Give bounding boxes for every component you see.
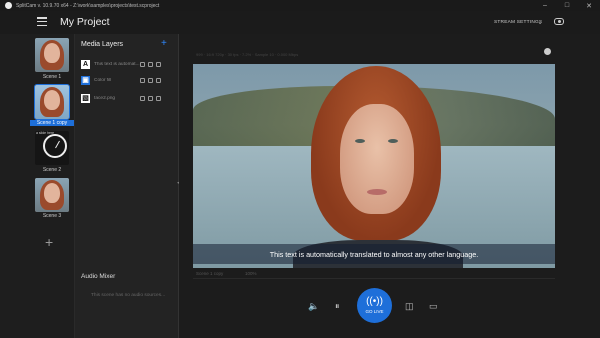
- image-layer-icon: ▧: [81, 93, 90, 103]
- caption-text: This text is automatically translated to…: [193, 244, 555, 264]
- text-layer-icon: A: [81, 59, 90, 69]
- stream-settings-button[interactable]: STREAM SETTINGS: [494, 20, 542, 25]
- status-scene-name: Scene 1 copy: [196, 271, 224, 276]
- layer-tools: [140, 61, 161, 67]
- layer-row-text[interactable]: A This text is automat...: [81, 58, 177, 70]
- maximize-button[interactable]: □: [556, 0, 578, 11]
- more-icon[interactable]: [156, 95, 161, 101]
- record-icon[interactable]: ▭: [429, 302, 439, 311]
- window-title: SplitCam v. 10.9.70 x64 - Z:\work\sample…: [16, 2, 160, 9]
- lock-icon[interactable]: [140, 95, 145, 101]
- minimize-button[interactable]: –: [534, 0, 556, 11]
- layer-name: Color fill: [94, 77, 112, 83]
- project-title: My Project: [60, 16, 110, 28]
- subject-eye: [355, 139, 365, 143]
- eye-icon[interactable]: [148, 77, 153, 83]
- subject-lips: [367, 189, 387, 195]
- scene-label-3: Scene 2: [42, 167, 62, 173]
- layer-tools: [140, 95, 161, 101]
- brightness-icon[interactable]: [544, 48, 551, 55]
- status-zoom: 100%: [245, 271, 257, 276]
- video-preview[interactable]: This text is automatically translated to…: [193, 64, 555, 268]
- clock-icon: [43, 134, 67, 158]
- eye-icon[interactable]: [148, 61, 153, 67]
- more-icon[interactable]: [156, 61, 161, 67]
- lock-icon[interactable]: [140, 61, 145, 67]
- snapshot-icon[interactable]: ◫: [405, 302, 415, 311]
- scenes-panel: Scene 1 Scene 1 copy a slide here Scene …: [30, 34, 74, 338]
- subject-eye: [388, 139, 398, 143]
- go-live-button[interactable]: ((•)) GO LIVE: [357, 288, 392, 323]
- preview-status-bar: Scene 1 copy 100%: [193, 270, 555, 279]
- add-layer-button[interactable]: +: [161, 38, 167, 49]
- broadcast-icon: ((•)): [366, 296, 383, 307]
- scene-label-2: Scene 1 copy: [30, 120, 74, 126]
- subject-face: [340, 104, 414, 214]
- speaker-icon[interactable]: 🔈: [308, 302, 319, 311]
- window-controls: – □ ✕: [534, 0, 600, 11]
- scene-thumbnail-3[interactable]: a slide here: [35, 131, 69, 165]
- audio-mixer-title: Audio Mixer: [81, 273, 116, 280]
- scene-thumbnail-2[interactable]: [34, 84, 70, 120]
- close-button[interactable]: ✕: [578, 0, 600, 11]
- scene-face: [44, 183, 60, 203]
- scene-face: [44, 43, 60, 63]
- add-scene-button[interactable]: +: [45, 234, 53, 250]
- layer-tools: [140, 77, 161, 83]
- hamburger-menu-icon[interactable]: [37, 17, 47, 26]
- eye-icon[interactable]: [148, 95, 153, 101]
- layer-row-image[interactable]: ▧ face2.png: [81, 92, 177, 104]
- scene-label-4: Scene 3: [42, 213, 62, 219]
- go-live-label: GO LIVE: [365, 309, 384, 314]
- layer-name: face2.png: [94, 95, 116, 101]
- color-layer-icon: ▣: [81, 75, 90, 85]
- media-layers-panel: Media Layers + A This text is automat...…: [74, 34, 179, 338]
- preview-info: 999 · 16:9 720p · 30 fps · 7.2% · Sample…: [196, 52, 299, 57]
- scene-face: [44, 90, 60, 110]
- audio-mixer-empty-text: This scene has no audio sources...: [91, 293, 166, 298]
- pause-icon[interactable]: ⏸: [335, 302, 345, 311]
- title-bar: SplitCam v. 10.9.70 x64 - Z:\work\sample…: [0, 0, 600, 11]
- media-layers-title: Media Layers: [81, 41, 124, 48]
- virtual-camera-icon[interactable]: [554, 18, 564, 25]
- app-logo-icon: [5, 2, 12, 9]
- layer-name: This text is automat...: [94, 61, 140, 67]
- chevron-down-icon[interactable]: ⌄: [538, 20, 542, 26]
- layer-row-color[interactable]: ▣ Color fill: [81, 74, 177, 86]
- more-icon[interactable]: [156, 77, 161, 83]
- lock-icon[interactable]: [140, 77, 145, 83]
- scene-thumbnail-1[interactable]: [35, 38, 69, 72]
- scene-label-1: Scene 1: [42, 74, 62, 80]
- app-header: My Project STREAM SETTINGS ⌄: [0, 11, 600, 34]
- scene-thumbnail-4[interactable]: [35, 178, 69, 212]
